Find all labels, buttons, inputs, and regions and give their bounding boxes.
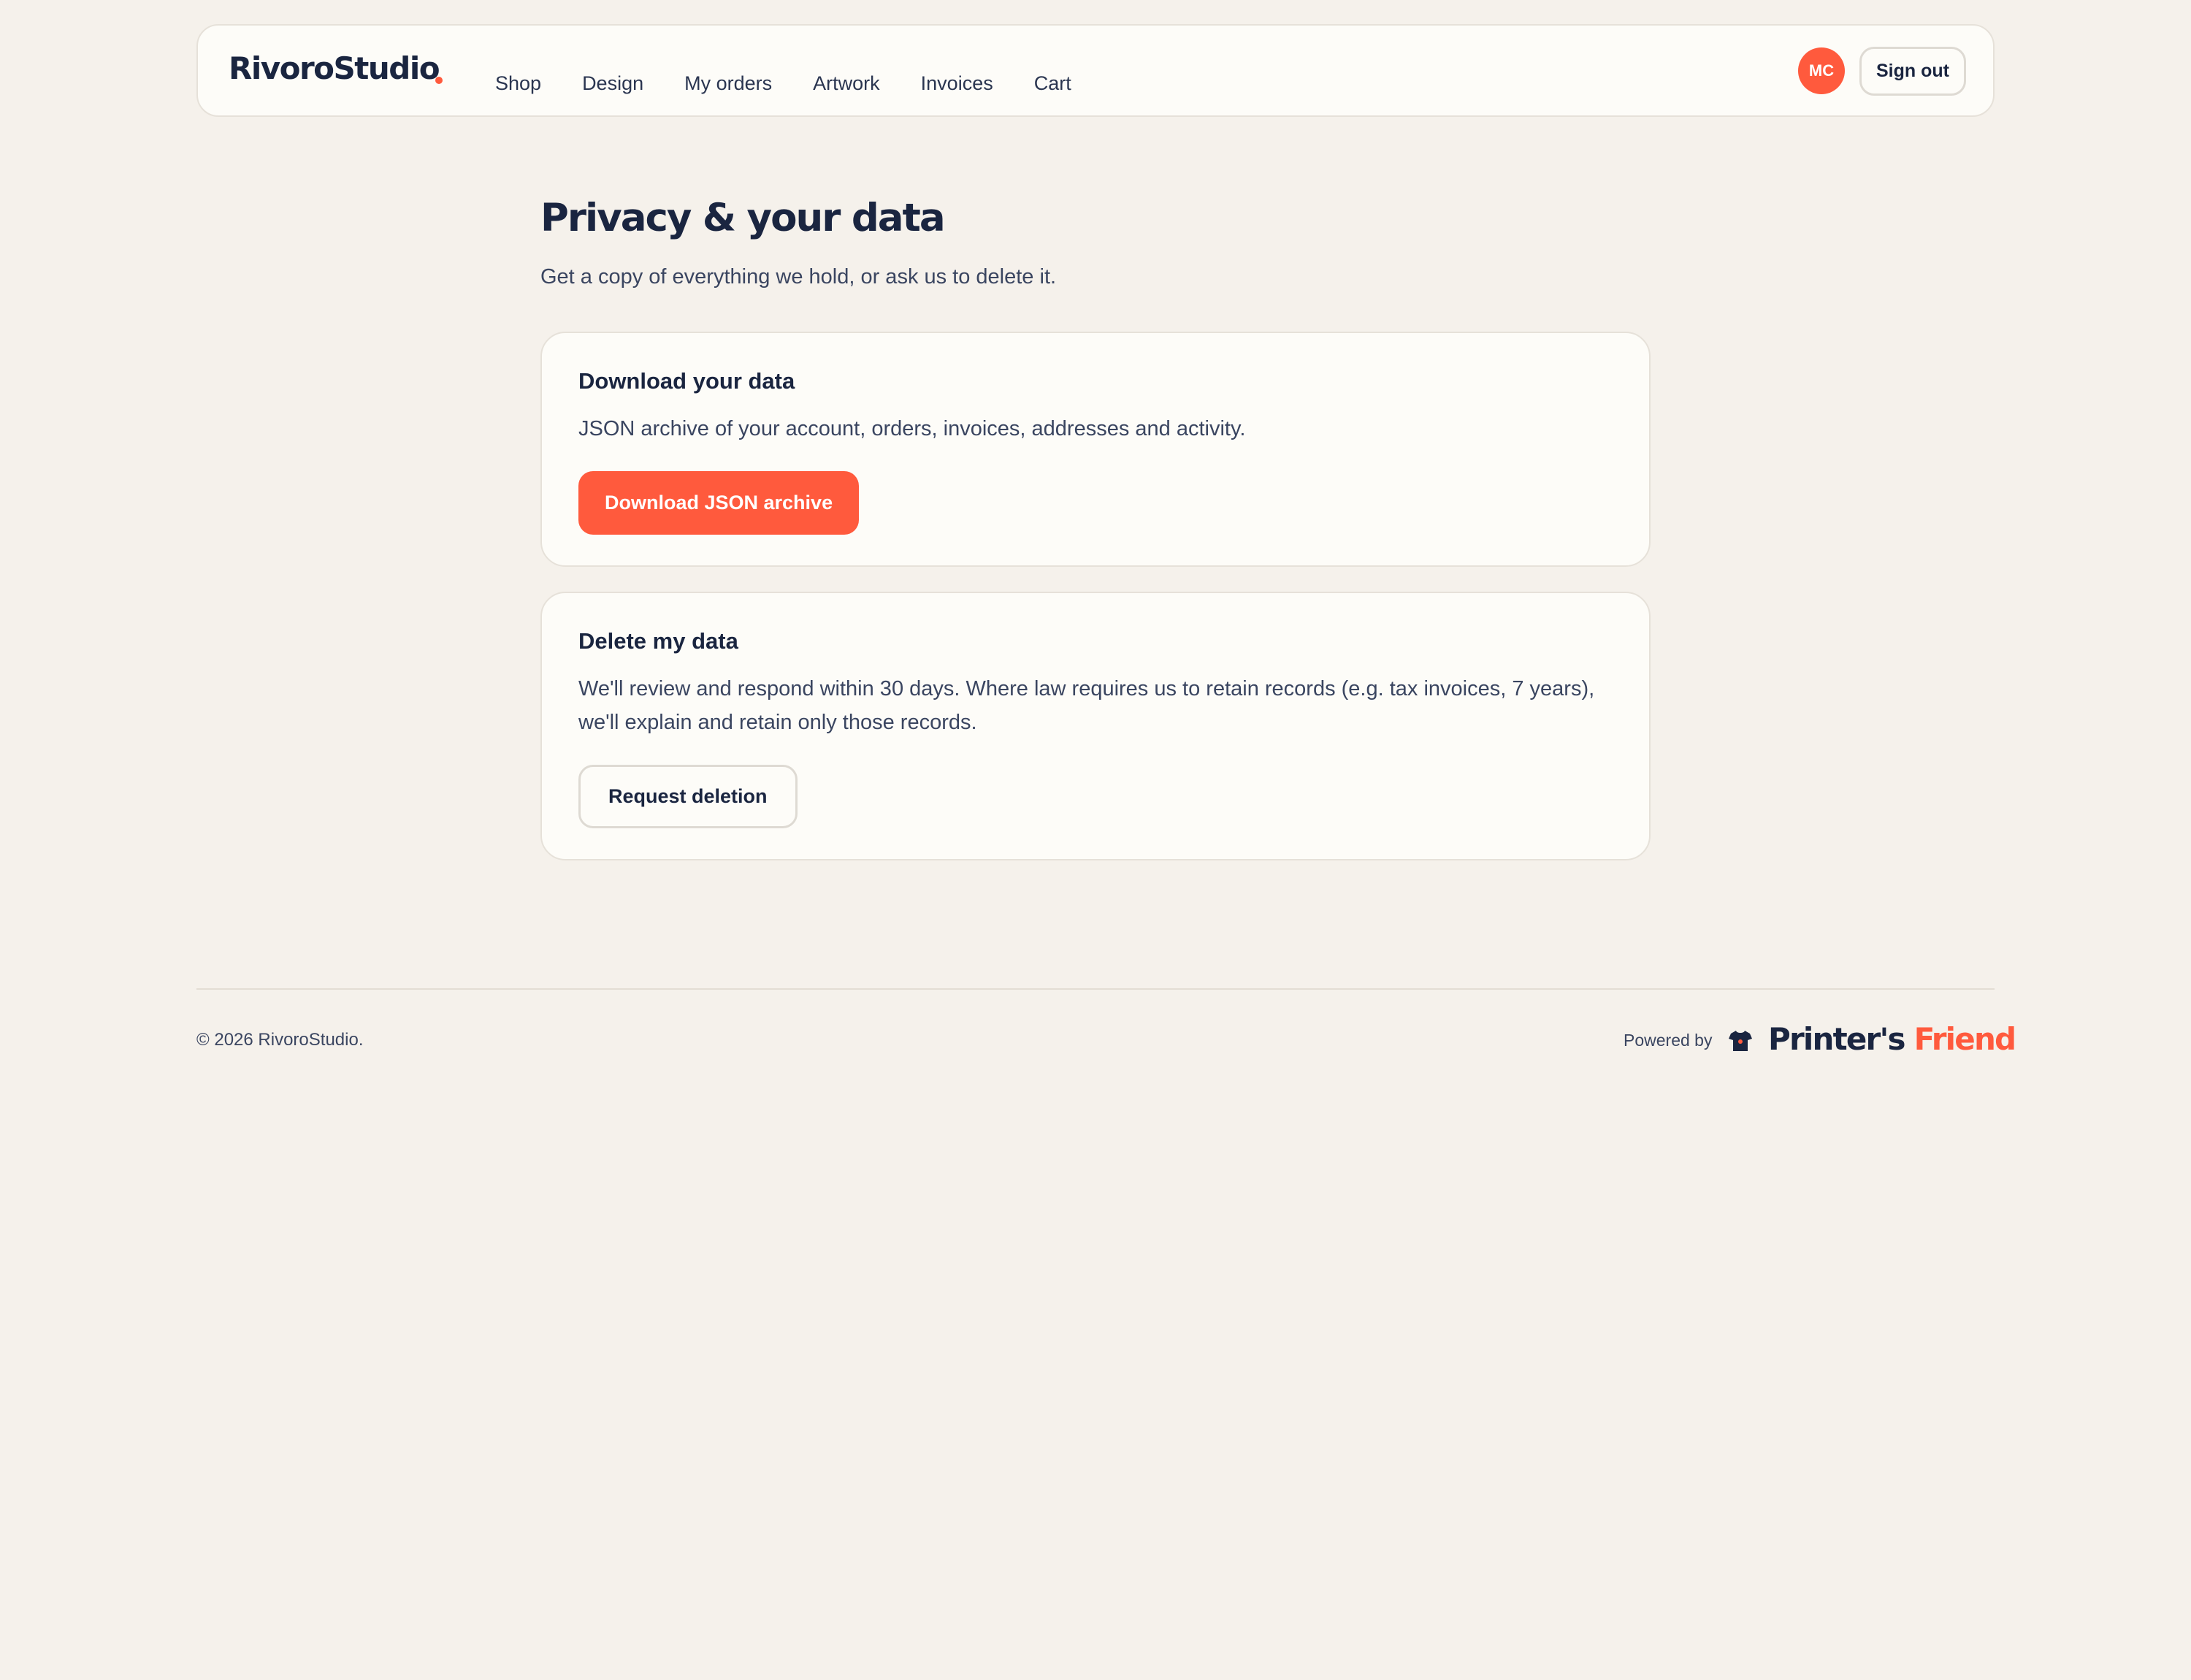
brand-logo[interactable]: RivoroStudio [229,50,440,86]
nav-item-artwork[interactable]: Artwork [813,67,880,99]
nav-item-shop[interactable]: Shop [495,67,541,99]
main-nav: Shop Design My orders Artwork Invoices C… [495,67,1112,99]
download-json-archive-button[interactable]: Download JSON archive [578,471,860,535]
card-description: We'll review and respond within 30 days.… [578,677,1595,734]
powered-by-label: Powered by [1624,1031,1713,1050]
card-title: Delete my data [578,628,738,654]
sign-out-button[interactable]: Sign out [1859,47,1966,96]
copyright-text: © 2026 RivoroStudio. [196,1030,364,1050]
brand-dot-icon [435,77,443,84]
footer-divider [196,988,1995,990]
request-deletion-button[interactable]: Request deletion [578,765,798,828]
printers-friend-logo[interactable]: Printer's Friend [1768,1021,2017,1057]
nav-item-my-orders[interactable]: My orders [684,67,772,99]
card-title: Download your data [578,368,795,394]
partner-name-part2: Friend [1913,1021,2017,1057]
user-avatar[interactable]: MC [1798,47,1845,94]
nav-item-cart[interactable]: Cart [1034,67,1071,99]
delete-data-card: Delete my data We'll review and respond … [540,592,1651,860]
page-subtitle: Get a copy of everything we hold, or ask… [540,265,1057,289]
partner-name-part1: Printer's [1768,1021,1906,1057]
download-data-card: Download your data JSON archive of your … [540,332,1651,567]
nav-item-design[interactable]: Design [582,67,643,99]
top-navigation-bar: RivoroStudio Shop Design My orders Artwo… [196,24,1995,117]
nav-item-invoices[interactable]: Invoices [921,67,993,99]
page-title: Privacy & your data [540,196,946,240]
tshirt-icon [1729,1031,1752,1051]
card-description: JSON archive of your account, orders, in… [578,417,1246,440]
